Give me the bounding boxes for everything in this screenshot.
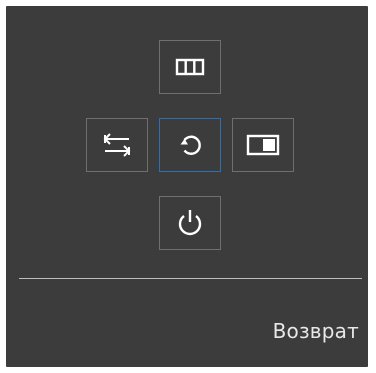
monitor-osd-panel: Возврат <box>6 6 368 367</box>
return-icon <box>180 135 201 155</box>
divider <box>19 278 362 279</box>
menu-button[interactable] <box>159 40 221 94</box>
selected-function-label: Возврат <box>272 319 359 343</box>
power-icon <box>178 210 202 236</box>
pip-icon <box>246 134 280 156</box>
menu-icon <box>175 58 205 76</box>
source-button[interactable] <box>86 118 148 172</box>
return-button[interactable] <box>159 118 221 172</box>
source-icon <box>103 133 131 157</box>
picture-in-picture-button[interactable] <box>232 118 294 172</box>
power-button[interactable] <box>159 196 221 250</box>
